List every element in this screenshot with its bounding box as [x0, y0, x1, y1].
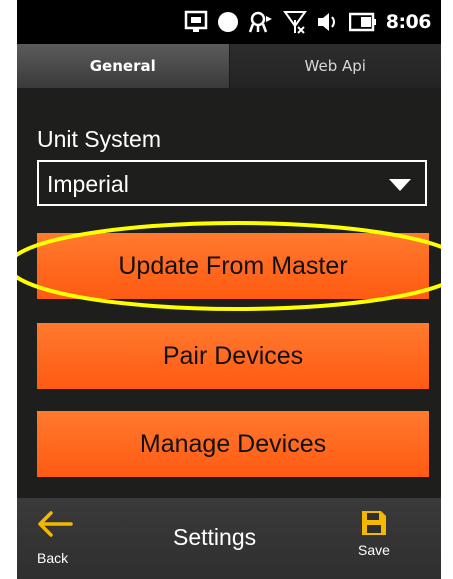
settings-content: Unit System Imperial Update From Master …: [17, 88, 441, 498]
device-sync-icon: [184, 10, 208, 34]
no-signal-icon: [282, 10, 307, 34]
status-time: 8:06: [385, 11, 432, 33]
back-button[interactable]: Back: [37, 504, 97, 574]
page-title: Settings: [173, 524, 257, 550]
back-label: Back: [37, 550, 69, 566]
pair-devices-button[interactable]: Pair Devices: [37, 323, 429, 389]
save-label: Save: [358, 542, 390, 558]
unit-system-value: Imperial: [47, 171, 129, 197]
status-bar: 8:06: [17, 0, 441, 44]
device-screen: 8:06 General Web Api Unit System Imperia…: [17, 0, 441, 579]
unit-system-label: Unit System: [37, 126, 161, 152]
app-bar: Back Settings Save: [17, 498, 441, 579]
manage-devices-button[interactable]: Manage Devices: [37, 411, 429, 477]
tab-bar: General Web Api: [17, 44, 441, 88]
status-icons: 8:06: [184, 7, 432, 37]
save-icon: [362, 511, 386, 535]
chevron-down-icon: [389, 178, 411, 197]
arrow-left-icon: [38, 511, 73, 537]
tab-web-api[interactable]: Web Api: [229, 44, 441, 88]
tab-general[interactable]: General: [17, 44, 230, 88]
save-button[interactable]: Save: [351, 510, 411, 574]
speaker-icon: [316, 11, 340, 33]
record-dot-icon: [217, 11, 239, 33]
gps-icon: [248, 10, 274, 34]
update-from-master-button[interactable]: Update From Master: [37, 233, 429, 299]
battery-icon: [348, 11, 377, 33]
unit-system-dropdown[interactable]: Imperial: [37, 160, 427, 206]
